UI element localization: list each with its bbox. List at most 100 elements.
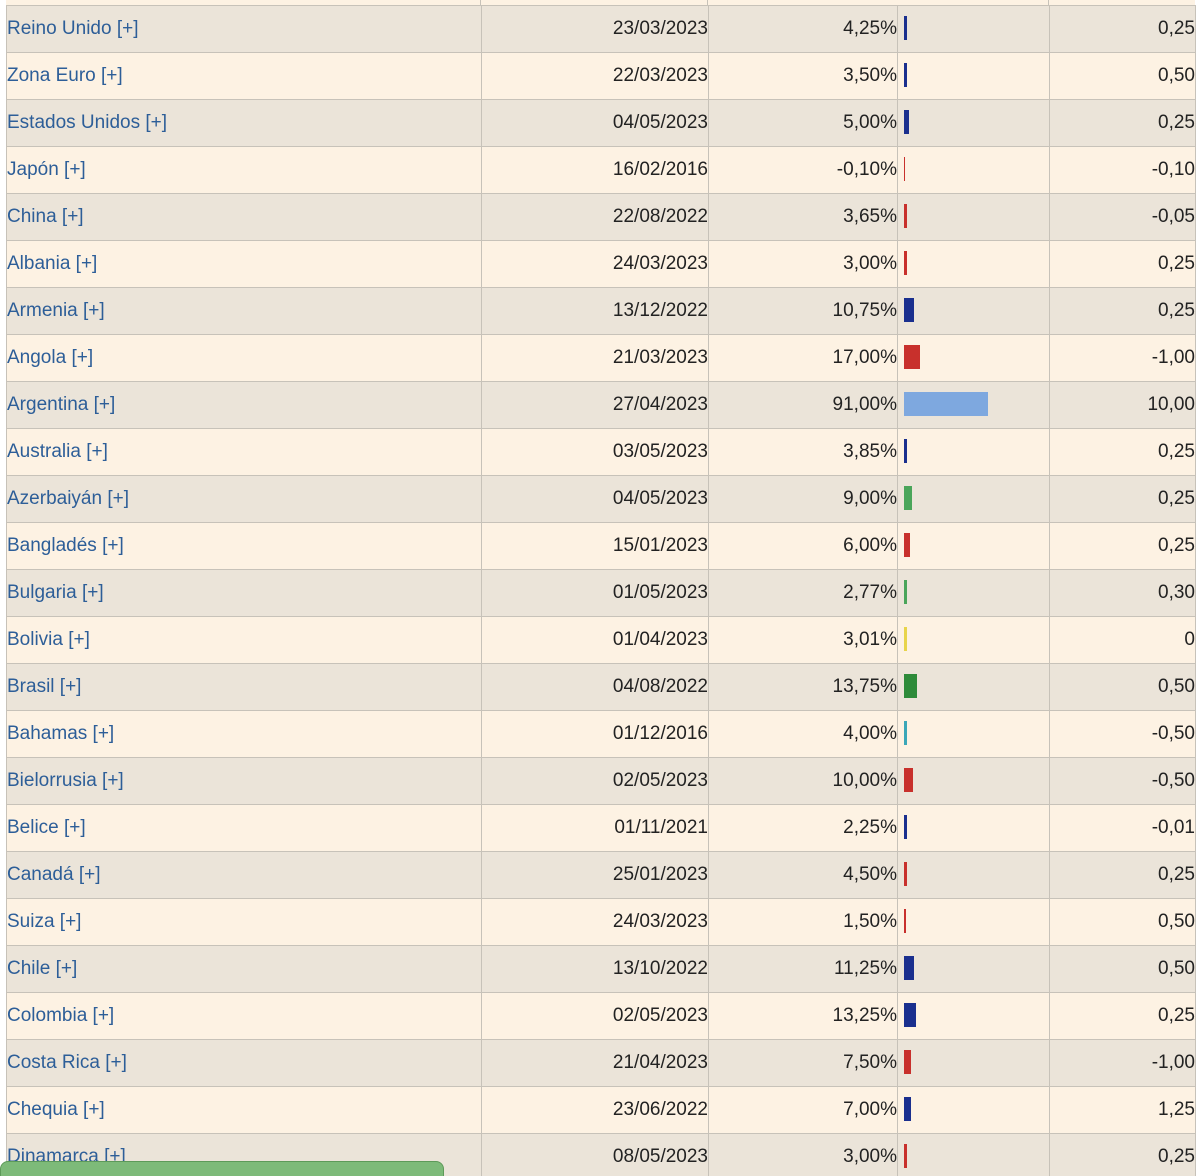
country-link[interactable]: Estados Unidos [+] [7, 112, 167, 133]
country-link[interactable]: Suiza [+] [7, 911, 81, 932]
rate-value: 1,50% [708, 898, 898, 946]
table-row: Chile [+] 13/10/2022 11,25% 0,50 [6, 945, 1196, 993]
rate-bar [904, 627, 907, 651]
table-row: Azerbaiyán [+] 04/05/2023 9,00% 0,25 [6, 475, 1196, 523]
rate-date: 04/08/2022 [481, 663, 709, 711]
country-cell: Bulgaria [+] [6, 569, 482, 617]
rate-change: 0,25 [1049, 522, 1196, 570]
table-row: Costa Rica [+] 21/04/2023 7,50% -1,00 [6, 1039, 1196, 1087]
rate-bar-cell [897, 475, 1050, 523]
rate-change: 0,50 [1049, 663, 1196, 711]
rate-bar-cell [897, 99, 1050, 147]
rate-date: 08/05/2023 [481, 1133, 709, 1176]
rate-bar [904, 1003, 916, 1027]
country-link[interactable]: Bulgaria [+] [7, 582, 104, 603]
rate-change: -0,01 [1049, 804, 1196, 852]
rate-date: 13/10/2022 [481, 945, 709, 993]
rate-change: 0,50 [1049, 898, 1196, 946]
table-row: Angola [+] 21/03/2023 17,00% -1,00 [6, 334, 1196, 382]
table-row: Armenia [+] 13/12/2022 10,75% 0,25 [6, 287, 1196, 335]
country-link[interactable]: Australia [+] [7, 441, 108, 462]
country-cell: Suiza [+] [6, 898, 482, 946]
rate-value: 11,25% [708, 945, 898, 993]
rate-bar-cell [897, 992, 1050, 1040]
country-link[interactable]: Brasil [+] [7, 676, 81, 697]
rate-bar [904, 533, 910, 557]
rate-value: 2,25% [708, 804, 898, 852]
rate-date: 02/05/2023 [481, 992, 709, 1040]
rate-change: 0 [1049, 616, 1196, 664]
rate-value: 3,50% [708, 52, 898, 100]
country-link[interactable]: China [+] [7, 206, 84, 227]
country-link[interactable]: Bolivia [+] [7, 629, 90, 650]
rate-bar [904, 1144, 907, 1168]
rate-bar [904, 345, 920, 369]
country-link[interactable]: Armenia [+] [7, 300, 105, 321]
country-link[interactable]: Angola [+] [7, 347, 93, 368]
rate-bar-cell [897, 428, 1050, 476]
rate-value: 3,00% [708, 1133, 898, 1176]
rate-value: 13,75% [708, 663, 898, 711]
country-cell: Reino Unido [+] [6, 5, 482, 53]
rate-date: 22/03/2023 [481, 52, 709, 100]
rate-change: 0,25 [1049, 475, 1196, 523]
rate-value: 3,01% [708, 616, 898, 664]
rate-change: -0,50 [1049, 710, 1196, 758]
country-link[interactable]: Colombia [+] [7, 1005, 114, 1026]
country-link[interactable]: Bielorrusia [+] [7, 770, 124, 791]
rate-bar [904, 1050, 911, 1074]
table-row: Reino Unido [+] 23/03/2023 4,25% 0,25 [6, 5, 1196, 53]
rate-value: 10,75% [708, 287, 898, 335]
country-link[interactable]: Belice [+] [7, 817, 86, 838]
country-link[interactable]: Albania [+] [7, 253, 97, 274]
country-cell: China [+] [6, 193, 482, 241]
rate-bar-cell [897, 522, 1050, 570]
country-link[interactable]: Costa Rica [+] [7, 1052, 127, 1073]
country-cell: Bahamas [+] [6, 710, 482, 758]
footer-tab[interactable] [0, 1161, 444, 1176]
country-cell: Bolivia [+] [6, 616, 482, 664]
rate-value: 2,77% [708, 569, 898, 617]
rate-date: 01/12/2016 [481, 710, 709, 758]
rate-value: 10,00% [708, 757, 898, 805]
rate-change: 0,25 [1049, 287, 1196, 335]
country-link[interactable]: Bahamas [+] [7, 723, 114, 744]
country-cell: Bangladés [+] [6, 522, 482, 570]
rates-page: Reino Unido [+] 23/03/2023 4,25% 0,25 Zona E… [0, 0, 1200, 1176]
country-link[interactable]: Bangladés [+] [7, 535, 124, 556]
rate-value: 17,00% [708, 334, 898, 382]
rate-change: 0,25 [1049, 99, 1196, 147]
rate-date: 25/01/2023 [481, 851, 709, 899]
table-row: Bulgaria [+] 01/05/2023 2,77% 0,30 [6, 569, 1196, 617]
country-cell: Estados Unidos [+] [6, 99, 482, 147]
rate-date: 01/05/2023 [481, 569, 709, 617]
country-cell: Angola [+] [6, 334, 482, 382]
rate-value: 3,85% [708, 428, 898, 476]
country-link[interactable]: Reino Unido [+] [7, 18, 139, 39]
rate-value: 7,50% [708, 1039, 898, 1087]
rate-date: 03/05/2023 [481, 428, 709, 476]
rate-date: 04/05/2023 [481, 475, 709, 523]
country-link[interactable]: Japón [+] [7, 159, 86, 180]
rate-date: 02/05/2023 [481, 757, 709, 805]
country-link[interactable]: Chile [+] [7, 958, 77, 979]
table-row: Albania [+] 24/03/2023 3,00% 0,25 [6, 240, 1196, 288]
country-link[interactable]: Zona Euro [+] [7, 65, 123, 86]
rate-bar [904, 1097, 911, 1121]
country-cell: Armenia [+] [6, 287, 482, 335]
country-link[interactable]: Azerbaiyán [+] [7, 488, 129, 509]
rate-change: -0,50 [1049, 757, 1196, 805]
rate-value: 9,00% [708, 475, 898, 523]
rate-value: 3,65% [708, 193, 898, 241]
country-link[interactable]: Chequia [+] [7, 1099, 105, 1120]
rate-bar [904, 298, 914, 322]
rate-change: 10,00 [1049, 381, 1196, 429]
table-row: China [+] 22/08/2022 3,65% -0,05 [6, 193, 1196, 241]
rate-value: 4,50% [708, 851, 898, 899]
country-cell: Zona Euro [+] [6, 52, 482, 100]
rate-bar [904, 721, 907, 745]
country-link[interactable]: Argentina [+] [7, 394, 115, 415]
country-link[interactable]: Canadá [+] [7, 864, 101, 885]
country-cell: Brasil [+] [6, 663, 482, 711]
rate-bar-cell [897, 1086, 1050, 1134]
